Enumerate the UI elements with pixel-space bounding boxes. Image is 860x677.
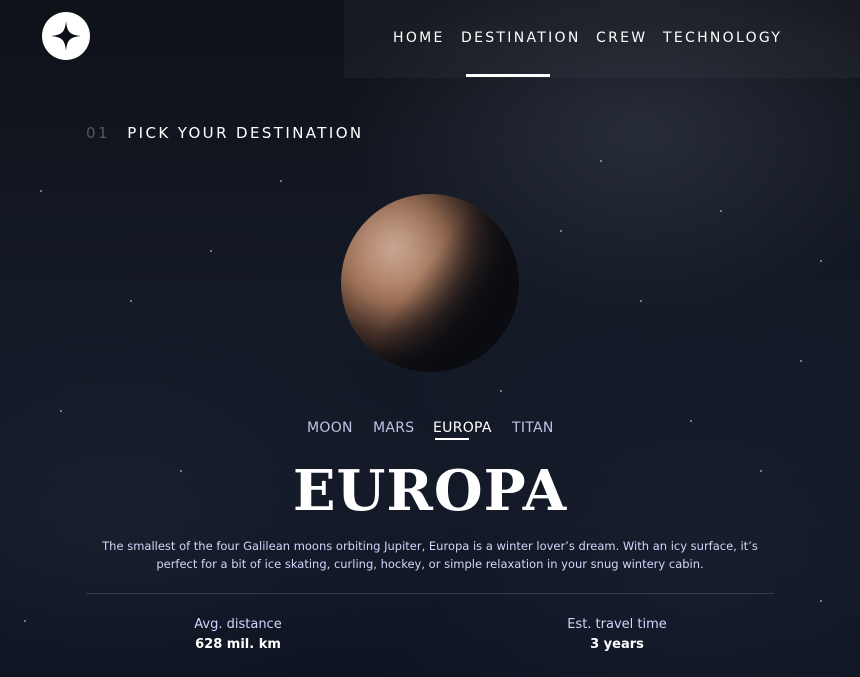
divider	[86, 593, 774, 594]
travel-time-value: 3 years	[590, 637, 644, 652]
tab-active-indicator	[435, 438, 469, 440]
travel-stat: Est. travel time 3 years	[497, 617, 737, 652]
nav-active-indicator	[466, 74, 550, 77]
nav-crew[interactable]: CREW	[596, 30, 647, 46]
nav-home[interactable]: HOME	[393, 30, 445, 46]
page-title: PICK YOUR DESTINATION	[127, 124, 364, 142]
nav-technology[interactable]: TECHNOLOGY	[663, 30, 782, 46]
nav-destination[interactable]: DESTINATION	[461, 30, 581, 46]
distance-value: 628 mil. km	[195, 637, 281, 652]
page-heading: 01 PICK YOUR DESTINATION	[86, 123, 364, 142]
destination-tabs: MOON MARS EUROPA TITAN	[0, 420, 860, 444]
distance-label: Avg. distance	[194, 617, 282, 632]
star-logo-icon	[51, 21, 81, 51]
tab-moon[interactable]: MOON	[307, 420, 353, 436]
tab-mars[interactable]: MARS	[373, 420, 414, 436]
europa-planet-image	[341, 194, 519, 372]
destination-name: EUROPA	[292, 458, 568, 524]
destination-description: The smallest of the four Galilean moons …	[102, 539, 758, 571]
logo[interactable]	[42, 12, 90, 60]
travel-time-label: Est. travel time	[567, 617, 667, 632]
tab-titan[interactable]: TITAN	[512, 420, 554, 436]
tab-europa[interactable]: EUROPA	[433, 420, 492, 436]
distance-stat: Avg. distance 628 mil. km	[118, 617, 358, 652]
page-number: 01	[86, 124, 111, 142]
